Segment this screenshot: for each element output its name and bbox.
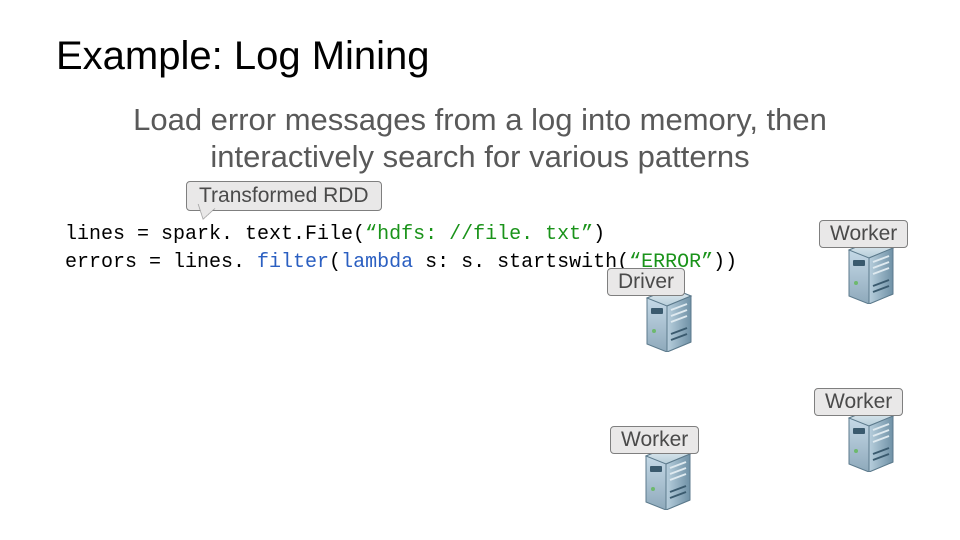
driver-label: Driver bbox=[607, 268, 685, 296]
worker-label-1: Worker bbox=[819, 220, 908, 248]
subtitle-line-2: interactively search for various pattern… bbox=[210, 139, 749, 174]
slide-title: Example: Log Mining bbox=[56, 34, 430, 79]
subtitle-line-1: Load error messages from a log into memo… bbox=[133, 102, 827, 137]
callout-transformed-rdd: Transformed RDD bbox=[186, 181, 382, 211]
worker-label-3: Worker bbox=[610, 426, 699, 454]
code-line-1: lines = spark. text.File(“hdfs: //file. … bbox=[65, 223, 605, 246]
slide-subtitle: Load error messages from a log into memo… bbox=[50, 102, 910, 175]
worker-label-2: Worker bbox=[814, 388, 903, 416]
